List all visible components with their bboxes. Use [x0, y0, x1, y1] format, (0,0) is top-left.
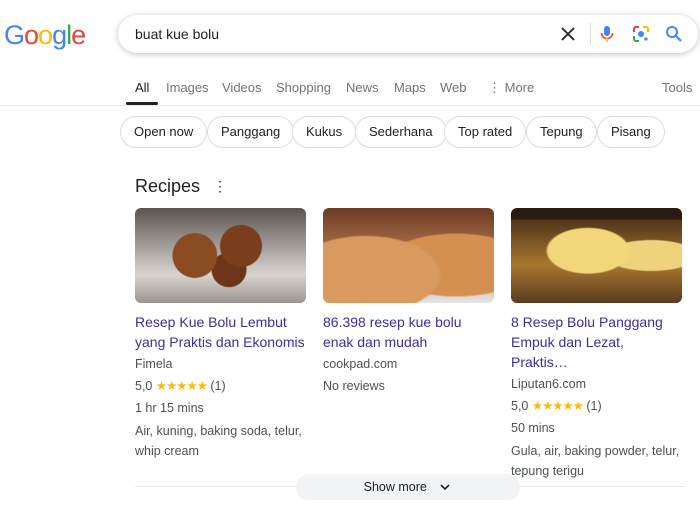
- recipe-ingredients: Gula, air, baking powder, telur, tepung …: [511, 444, 680, 478]
- tools-button[interactable]: Tools: [662, 80, 692, 95]
- search-icon[interactable]: [664, 24, 684, 44]
- search-input[interactable]: buat kue bolu: [135, 26, 219, 42]
- tab-shopping[interactable]: Shopping: [276, 80, 331, 95]
- microphone-icon[interactable]: [597, 24, 617, 44]
- more-options-icon[interactable]: ⋮: [213, 178, 227, 195]
- recipe-source: cookpad.com: [323, 357, 398, 371]
- chip-sederhana[interactable]: Sederhana: [355, 116, 447, 148]
- recipe-title-link[interactable]: 86.398 resep kue bolu enak dan mudah: [323, 312, 494, 352]
- recipe-rating: 5,0 ★★★★★ (1): [135, 379, 226, 393]
- recipe-image[interactable]: [135, 208, 306, 303]
- star-rating-icon: ★★★★★: [531, 399, 584, 413]
- tab-all[interactable]: All: [125, 80, 160, 105]
- chip-open-now[interactable]: Open now: [120, 116, 208, 148]
- tab-images[interactable]: Images: [166, 80, 209, 95]
- chip-top-rated[interactable]: Top rated: [444, 116, 527, 148]
- chip-kukus[interactable]: Kukus: [292, 116, 357, 148]
- tab-news[interactable]: News: [346, 80, 379, 95]
- star-rating-icon: ★★★★★: [155, 379, 208, 393]
- search-tabs: All Images Videos Shopping News Maps Web…: [0, 80, 700, 106]
- recipe-image[interactable]: [323, 208, 494, 303]
- recipe-card[interactable]: Resep Kue Bolu Lembut yang Praktis dan E…: [135, 208, 306, 461]
- recipe-image[interactable]: [511, 208, 682, 303]
- recipe-source: Liputan6.com: [511, 377, 587, 391]
- recipe-card[interactable]: 86.398 resep kue bolu enak dan mudah coo…: [323, 208, 494, 397]
- kebab-icon: ⋮: [488, 80, 505, 95]
- clear-icon[interactable]: [558, 24, 578, 44]
- chip-panggang[interactable]: Panggang: [207, 116, 295, 148]
- chip-tepung[interactable]: Tepung: [526, 116, 597, 148]
- tab-maps[interactable]: Maps: [394, 80, 426, 95]
- recipe-source: Fimela: [135, 357, 173, 371]
- recipe-rating: 5,0 ★★★★★ (1): [511, 399, 602, 413]
- chip-pisang[interactable]: Pisang: [597, 116, 665, 148]
- tab-videos[interactable]: Videos: [222, 80, 262, 95]
- recipe-reviews: No reviews: [323, 379, 385, 393]
- recipe-time: 1 hr 15 mins: [135, 401, 204, 415]
- google-lens-icon[interactable]: [631, 24, 651, 44]
- divider: [590, 23, 591, 45]
- tab-more[interactable]: ⋮ More: [488, 80, 534, 96]
- chevron-down-icon: [440, 484, 450, 491]
- recipe-card[interactable]: 8 Resep Bolu Panggang Empuk dan Lezat, P…: [511, 208, 682, 481]
- show-more-button[interactable]: Show more: [296, 474, 520, 500]
- recipes-heading: Recipes: [135, 176, 201, 196]
- recipe-title-link[interactable]: Resep Kue Bolu Lembut yang Praktis dan E…: [135, 312, 306, 352]
- recipe-time: 50 mins: [511, 421, 555, 435]
- search-box[interactable]: buat kue bolu: [118, 15, 698, 53]
- recipe-ingredients: Air, kuning, baking soda, telur, whip cr…: [135, 424, 302, 458]
- google-logo[interactable]: Google: [4, 20, 86, 51]
- recipe-title-link[interactable]: 8 Resep Bolu Panggang Empuk dan Lezat, P…: [511, 312, 682, 372]
- tab-web[interactable]: Web: [440, 80, 467, 95]
